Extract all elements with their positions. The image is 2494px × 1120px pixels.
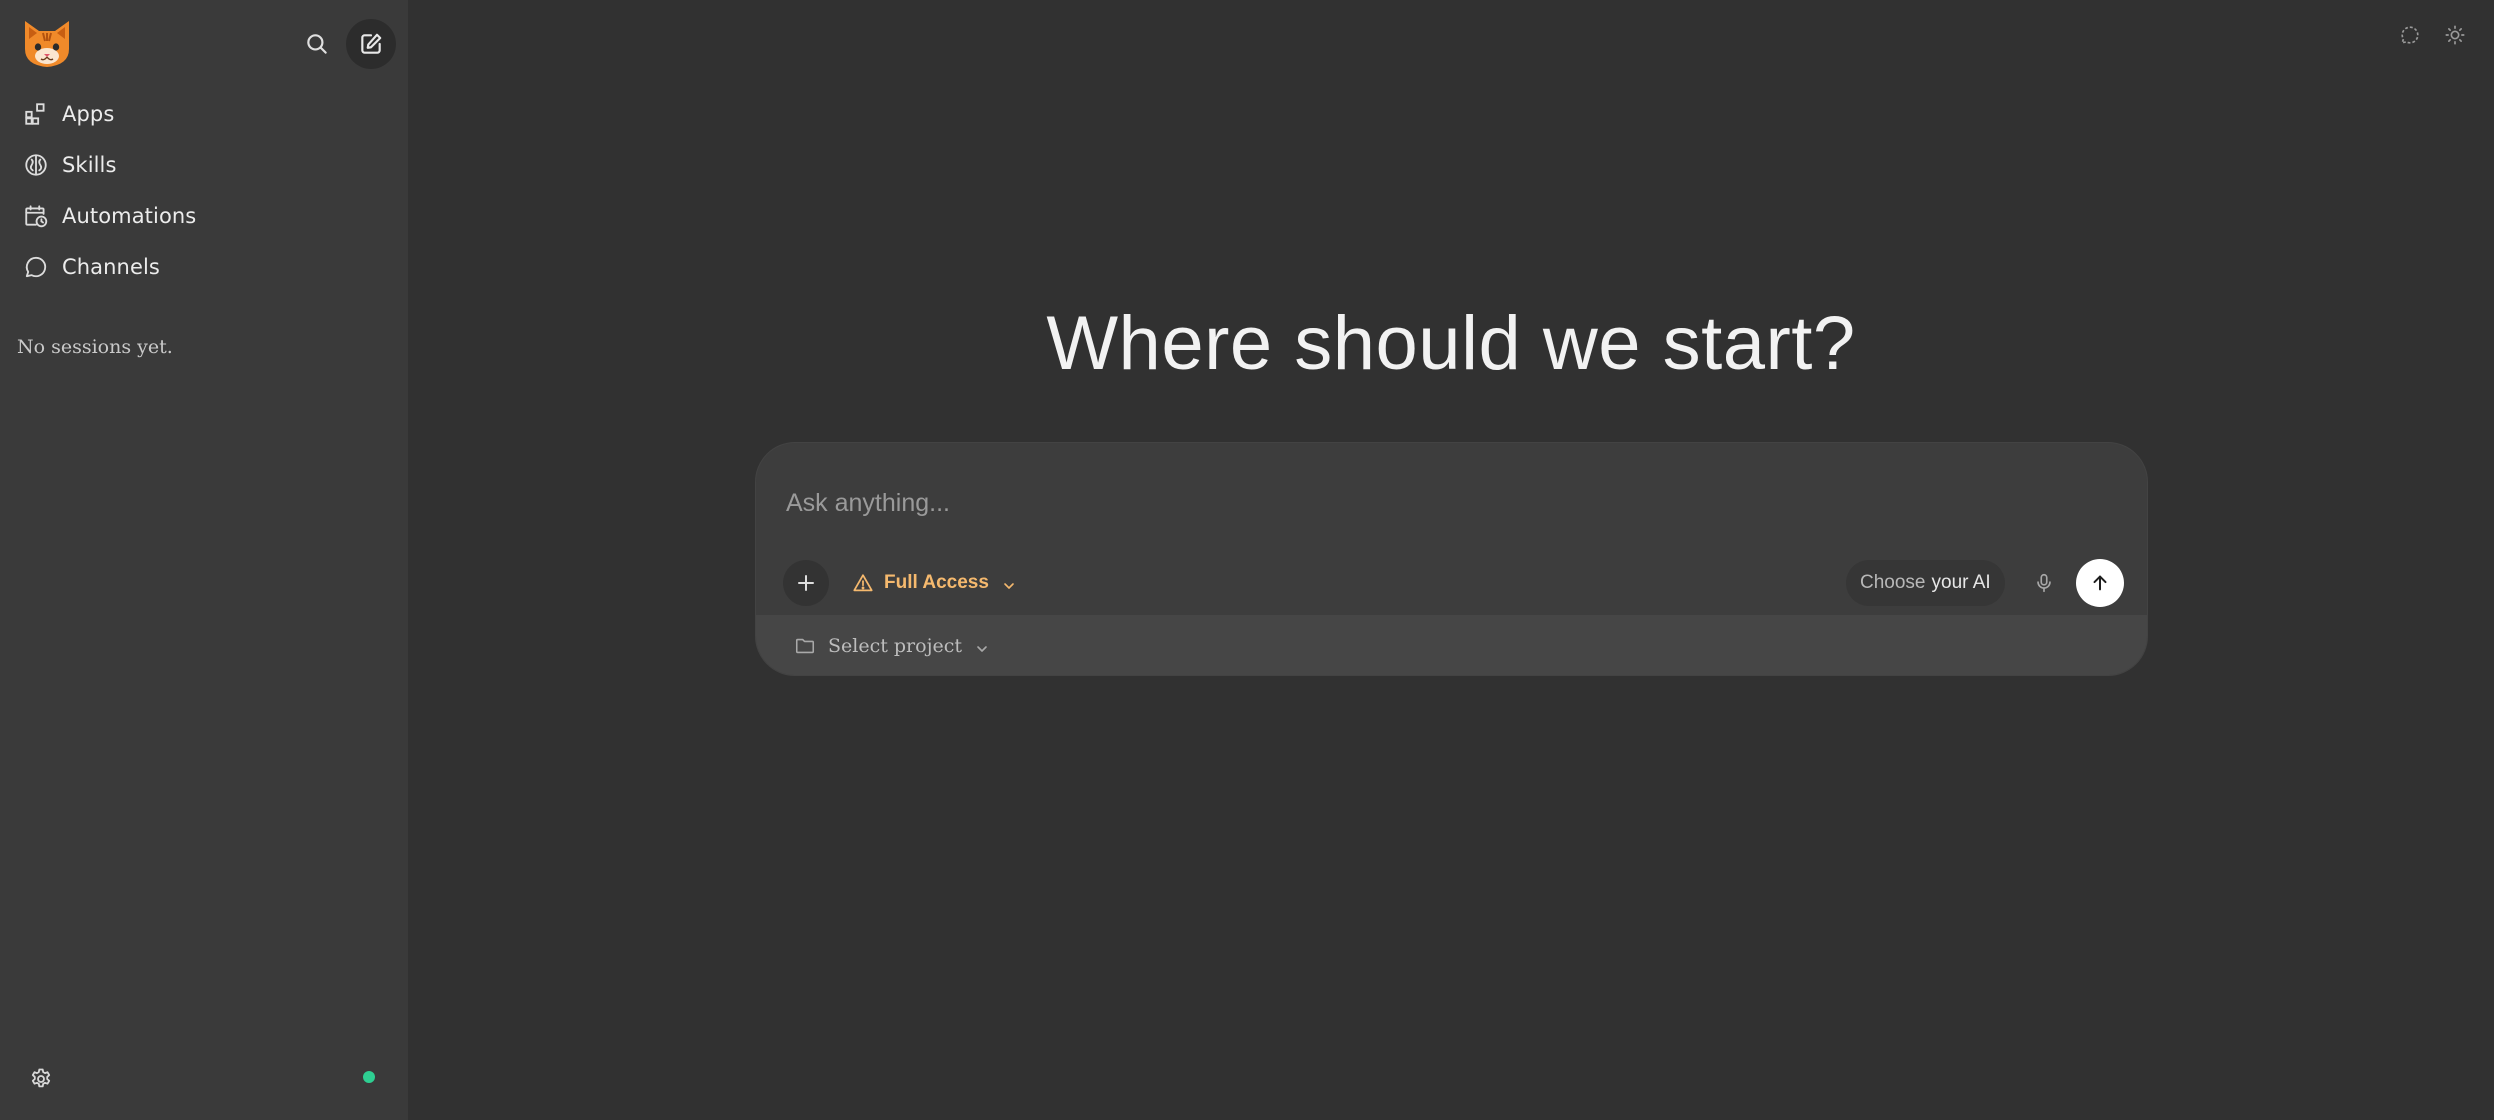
connection-status-dot <box>363 1071 375 1083</box>
prompt-input[interactable] <box>786 483 2086 523</box>
model-selector-prefix: Choose <box>1860 572 1926 593</box>
project-selector[interactable]: Select project <box>794 629 990 663</box>
chevron-down-icon <box>974 638 990 654</box>
sidebar-item-skills[interactable]: Skills <box>0 139 400 190</box>
new-chat-icon <box>358 31 384 57</box>
apps-icon <box>22 100 50 128</box>
sessions-empty-note: No sessions yet. <box>17 336 173 358</box>
brain-icon <box>22 151 50 179</box>
model-selector[interactable]: Choose your AI <box>1846 560 2005 606</box>
sidebar: Apps Skills Automations Channels No sess… <box>0 0 408 1120</box>
new-chat-button[interactable] <box>346 19 396 69</box>
access-level-label: Full Access <box>884 572 989 593</box>
theme-toggle-button[interactable] <box>2442 22 2468 48</box>
sidebar-item-label: Skills <box>62 152 117 177</box>
chat-dashed-icon <box>2399 24 2421 46</box>
sidebar-nav: Apps Skills Automations Channels <box>0 88 408 292</box>
calendar-clock-icon <box>22 202 50 230</box>
plus-icon <box>794 571 818 595</box>
search-button[interactable] <box>292 19 342 69</box>
sidebar-item-channels[interactable]: Channels <box>0 241 400 292</box>
sun-icon <box>2444 24 2466 46</box>
chevron-down-icon <box>1001 575 1017 591</box>
microphone-icon <box>2033 571 2055 595</box>
sidebar-item-automations[interactable]: Automations <box>0 190 400 241</box>
attach-button[interactable] <box>783 560 829 606</box>
sidebar-item-label: Automations <box>62 203 197 228</box>
sidebar-item-apps[interactable]: Apps <box>0 88 400 139</box>
warning-icon <box>852 572 874 594</box>
sidebar-item-label: Apps <box>62 101 115 126</box>
folder-icon <box>794 635 816 657</box>
search-icon <box>304 31 330 57</box>
page-title: Where should we start? <box>1046 301 1856 386</box>
arrow-up-icon <box>2089 572 2111 594</box>
sidebar-item-label: Channels <box>62 254 160 279</box>
settings-button[interactable] <box>26 1064 56 1094</box>
app-window: Apps Skills Automations Channels No sess… <box>0 0 2494 1120</box>
send-button[interactable] <box>2076 559 2124 607</box>
chat-toggle-button[interactable] <box>2397 22 2423 48</box>
model-selector-value: your AI <box>1931 572 1991 593</box>
project-selector-label: Select project <box>828 635 962 657</box>
gear-icon <box>29 1067 53 1091</box>
chat-bubble-icon <box>22 253 50 281</box>
composer-footer: Select project <box>756 615 2147 675</box>
access-level-dropdown[interactable]: Full Access <box>852 563 1017 603</box>
voice-input-button[interactable] <box>2029 567 2059 599</box>
cat-logo-icon[interactable] <box>19 15 75 71</box>
composer: Full Access Choose your AI <box>755 442 2148 676</box>
